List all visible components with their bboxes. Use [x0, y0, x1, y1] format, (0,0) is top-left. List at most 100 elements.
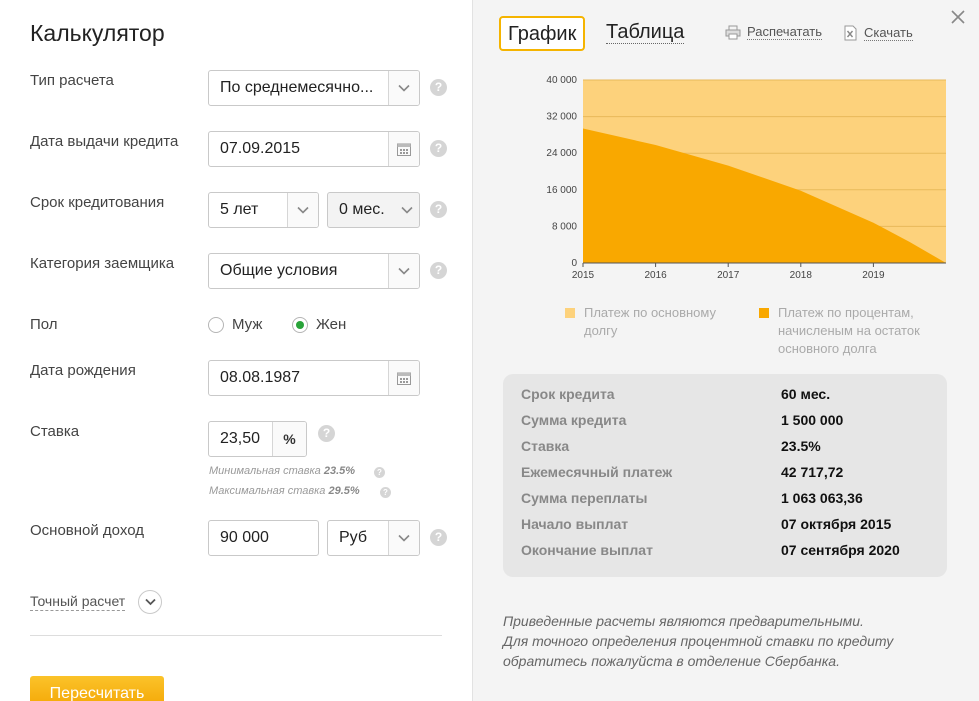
calc-type-select[interactable]: По среднемесячно... [208, 70, 420, 106]
summary-value: 07 сентября 2020 [781, 542, 900, 558]
exact-calc-link[interactable]: Точный расчет [30, 592, 126, 611]
summary-row: Ежемесячный платеж 42 717,72 [521, 464, 941, 490]
tab-chart[interactable]: График [499, 16, 586, 51]
divider [30, 635, 442, 636]
download-label: Скачать [864, 24, 913, 41]
recalculate-button[interactable]: Пересчитать [30, 676, 164, 701]
download-link[interactable]: Скачать [843, 25, 913, 41]
tab-table[interactable]: Таблица [599, 16, 691, 51]
term-years-select[interactable]: 5 лет [208, 192, 319, 228]
income-label: Основной доход [30, 522, 144, 539]
max-rate-label: Максимальная ставка [209, 485, 326, 497]
chevron-down-icon[interactable] [388, 521, 419, 555]
summary-value: 1 500 000 [781, 412, 844, 428]
chevron-down-icon[interactable] [388, 254, 419, 288]
issue-date-value: 07.09.2015 [220, 140, 301, 157]
income-input[interactable]: 90 000 [208, 520, 319, 556]
help-icon[interactable]: ? [430, 140, 447, 157]
legend-interest: Платеж по процентам, начисленым на остат… [759, 304, 949, 358]
min-rate-label: Минимальная ставка [209, 465, 321, 477]
help-icon[interactable]: ? [374, 467, 385, 478]
gender-male-label: Муж [232, 316, 263, 333]
help-icon[interactable]: ? [430, 262, 447, 279]
print-label: Распечатать [747, 24, 823, 40]
category-select[interactable]: Общие условия [208, 253, 420, 289]
page-title: Калькулятор [30, 20, 165, 46]
y-tick-label: 0 [571, 258, 577, 269]
legend-swatch [759, 308, 769, 318]
help-icon[interactable]: ? [430, 529, 447, 546]
close-icon[interactable] [949, 8, 967, 26]
gender-male-radio[interactable]: Муж [208, 316, 262, 333]
term-years-value: 5 лет [220, 201, 259, 218]
radio-circle-checked[interactable] [292, 316, 308, 333]
summary-row: Срок кредита 60 мес. [521, 386, 941, 412]
min-rate-value: 23.5% [323, 465, 356, 477]
chevron-down-icon[interactable] [395, 206, 419, 214]
summary-key: Сумма кредита [521, 412, 627, 428]
max-rate-value: 29.5% [328, 485, 360, 497]
x-tick-label: 2019 [862, 270, 885, 281]
x-tick-label: 2016 [644, 270, 667, 281]
help-icon[interactable]: ? [380, 487, 391, 498]
y-tick-label: 40 000 [546, 75, 577, 86]
x-tick-label: 2015 [572, 270, 595, 281]
term-label: Срок кредитования [30, 194, 165, 211]
payment-chart: 40 000 32 000 24 000 16 000 8 000 02015 2016 20… [546, 75, 946, 281]
legend-swatch [565, 308, 575, 318]
printer-icon [725, 25, 741, 40]
results-panel: График Таблица Распечатать Скачать 40 00… [472, 0, 979, 701]
gender-female-radio[interactable]: Жен [292, 316, 346, 333]
term-months-value: 0 мес. [339, 201, 385, 218]
summary-value: 07 октября 2015 [781, 516, 892, 532]
summary-key: Начало выплат [521, 516, 629, 532]
summary-key: Окончание выплат [521, 542, 653, 558]
category-label: Категория заемщика [30, 255, 175, 272]
y-tick-label: 32 000 [546, 112, 577, 123]
note-line: Приведенные расчеты являются предварител… [503, 613, 864, 629]
min-rate-hint: Минимальная ставка 23.5% [209, 465, 355, 477]
legend-interest-label: Платеж по процентам, начисленым на остат… [778, 305, 920, 356]
x-tick-label: 2017 [717, 270, 740, 281]
y-tick-label: 24 000 [546, 148, 577, 159]
summary-key: Ежемесячный платеж [521, 464, 673, 480]
issue-date-input[interactable]: 07.09.2015 [208, 131, 420, 167]
max-rate-hint: Максимальная ставка 29.5% [209, 485, 360, 497]
tab-table-label: Таблица [606, 21, 685, 44]
summary-row: Ставка 23.5% [521, 438, 941, 464]
rate-value: 23,50 [220, 430, 261, 447]
help-icon[interactable]: ? [430, 201, 447, 218]
note-line: обратитесь пожалуйста в отделение Сберба… [503, 653, 840, 669]
term-months-select[interactable]: 0 мес. [327, 192, 420, 228]
summary-value: 1 063 063,36 [781, 490, 863, 506]
exact-calc-toggle[interactable] [138, 590, 162, 614]
y-tick-label: 16 000 [546, 185, 577, 196]
print-link[interactable]: Распечатать [725, 24, 823, 40]
calculator-form: Калькулятор Тип расчета По среднемесячно… [0, 0, 472, 701]
rate-unit: % [272, 422, 306, 456]
excel-file-icon [844, 25, 857, 41]
radio-circle[interactable] [208, 316, 224, 333]
summary-value: 23.5% [781, 438, 821, 454]
summary-row: Сумма кредита 1 500 000 [521, 412, 941, 438]
x-tick-label: 2018 [790, 270, 813, 281]
birth-date-value: 08.08.1987 [220, 369, 301, 386]
chevron-down-icon[interactable] [287, 193, 318, 227]
help-icon[interactable]: ? [318, 425, 335, 442]
rate-label: Ставка [30, 423, 80, 440]
help-icon[interactable]: ? [430, 79, 447, 96]
calc-type-value: По среднемесячно... [220, 79, 374, 96]
summary-value: 60 мес. [781, 386, 831, 402]
birth-date-input[interactable]: 08.08.1987 [208, 360, 420, 396]
loan-summary: Срок кредита 60 мес. Сумма кредита 1 500 00… [503, 374, 947, 577]
calc-type-label: Тип расчета [30, 72, 114, 89]
summary-row: Начало выплат 07 октября 2015 [521, 516, 941, 542]
calendar-icon[interactable] [388, 132, 419, 166]
chevron-down-icon[interactable] [388, 71, 419, 105]
rate-input[interactable]: 23,50 % [208, 421, 307, 457]
summary-row: Сумма переплаты 1 063 063,36 [521, 490, 941, 516]
legend-principal-label: Платеж по основному долгу [584, 305, 716, 338]
currency-select[interactable]: Руб [327, 520, 420, 556]
summary-row: Окончание выплат 07 сентября 2020 [521, 542, 941, 568]
calendar-icon[interactable] [388, 361, 419, 395]
